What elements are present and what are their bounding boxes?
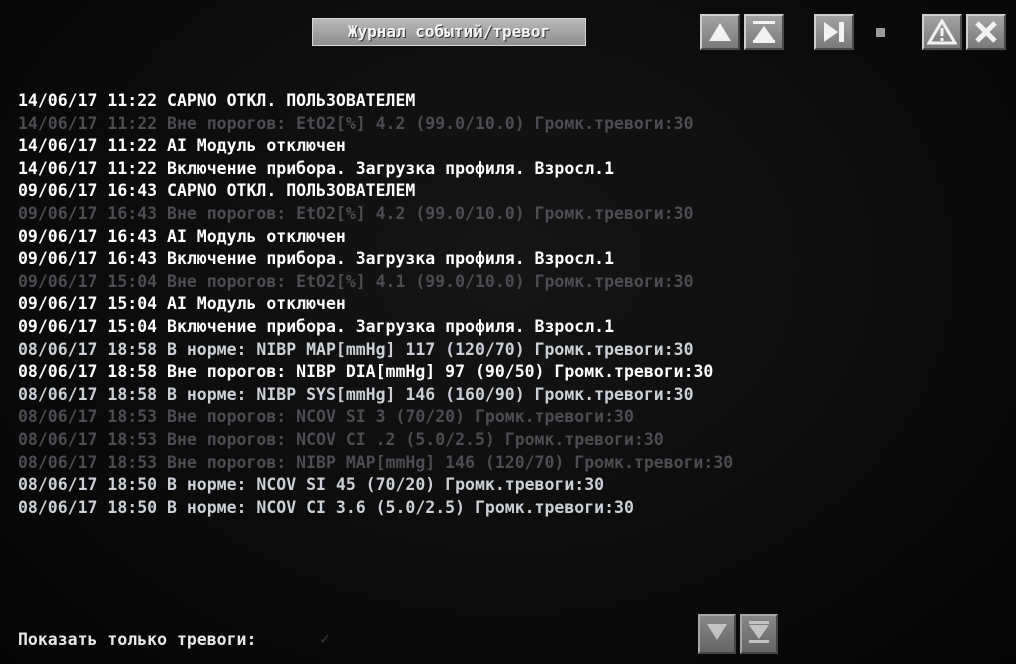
scroll-to-bottom-icon <box>747 620 771 648</box>
log-row: 14/06/17 11:22 Вне порогов: EtO2[%] 4.2 … <box>18 113 694 133</box>
scroll-to-top-button[interactable] <box>744 14 784 50</box>
close-icon <box>973 19 999 45</box>
page-indicator <box>876 28 885 37</box>
log-row: 14/06/17 11:22 AI Модуль отключен <box>18 136 346 156</box>
scroll-down-icon <box>705 621 729 647</box>
log-row: 09/06/17 16:43 Вне порогов: EtO2[%] 4.2 … <box>18 203 694 223</box>
scroll-up-button[interactable] <box>700 14 740 50</box>
log-row: 08/06/17 18:53 Вне порогов: NCOV SI 3 (7… <box>18 407 634 427</box>
log-row: 14/06/17 11:22 CAPNO ОТКЛ. ПОЛЬЗОВАТЕЛЕМ <box>18 91 416 110</box>
log-row: 08/06/17 18:53 Вне порогов: NIBP MAP[mmH… <box>18 452 734 472</box>
alarm-warning-icon <box>927 19 957 45</box>
scroll-to-end-button[interactable] <box>814 14 854 50</box>
log-row: 08/06/17 18:58 Вне порогов: NIBP DIA[mmH… <box>18 362 714 382</box>
scroll-down-button[interactable] <box>698 614 736 654</box>
log-row: 09/06/17 15:04 Вне порогов: EtO2[%] 4.1 … <box>18 271 694 291</box>
log-row: 08/06/17 18:58 В норме: NIBP MAP[mmHg] 1… <box>18 339 694 359</box>
log-row: 09/06/17 16:43 AI Модуль отключен <box>18 226 346 246</box>
scroll-up-icon <box>707 21 733 43</box>
log-row: 09/06/17 15:04 AI Модуль отключен <box>18 294 346 314</box>
event-log-list[interactable]: 14/06/17 11:22 CAPNO ОТКЛ. ПОЛЬЗОВАТЕЛЕМ… <box>18 90 1016 519</box>
scroll-to-end-icon <box>821 20 847 44</box>
log-row: 08/06/17 18:58 В норме: NIBP SYS[mmHg] 1… <box>18 384 694 404</box>
log-row: 09/06/17 16:43 CAPNO ОТКЛ. ПОЛЬЗОВАТЕЛЕМ <box>18 181 416 201</box>
alarm-button[interactable] <box>922 14 962 50</box>
log-row: 14/06/17 11:22 Включение прибора. Загруз… <box>18 158 615 178</box>
log-row: 08/06/17 18:50 В норме: NCOV CI 3.6 (5.0… <box>18 497 634 517</box>
log-row: 09/06/17 16:43 Включение прибора. Загруз… <box>18 249 615 269</box>
scroll-to-bottom-button[interactable] <box>740 614 778 654</box>
log-row: 08/06/17 18:50 В норме: NCOV SI 45 (70/2… <box>18 475 605 495</box>
log-row: 09/06/17 15:04 Включение прибора. Загруз… <box>18 316 615 336</box>
scroll-to-top-icon <box>751 20 777 44</box>
filter-label: Показать только тревоги: <box>18 630 257 649</box>
close-button[interactable] <box>966 14 1006 50</box>
alarms-only-checkbox[interactable]: ✓ <box>320 631 334 647</box>
event-log-window: Журнал событий/тревог 14/06/17 11:22 CAP… <box>0 0 1016 664</box>
window-title: Журнал событий/тревог <box>312 18 586 46</box>
log-row: 08/06/17 18:53 Вне порогов: NCOV CI .2 (… <box>18 429 664 449</box>
